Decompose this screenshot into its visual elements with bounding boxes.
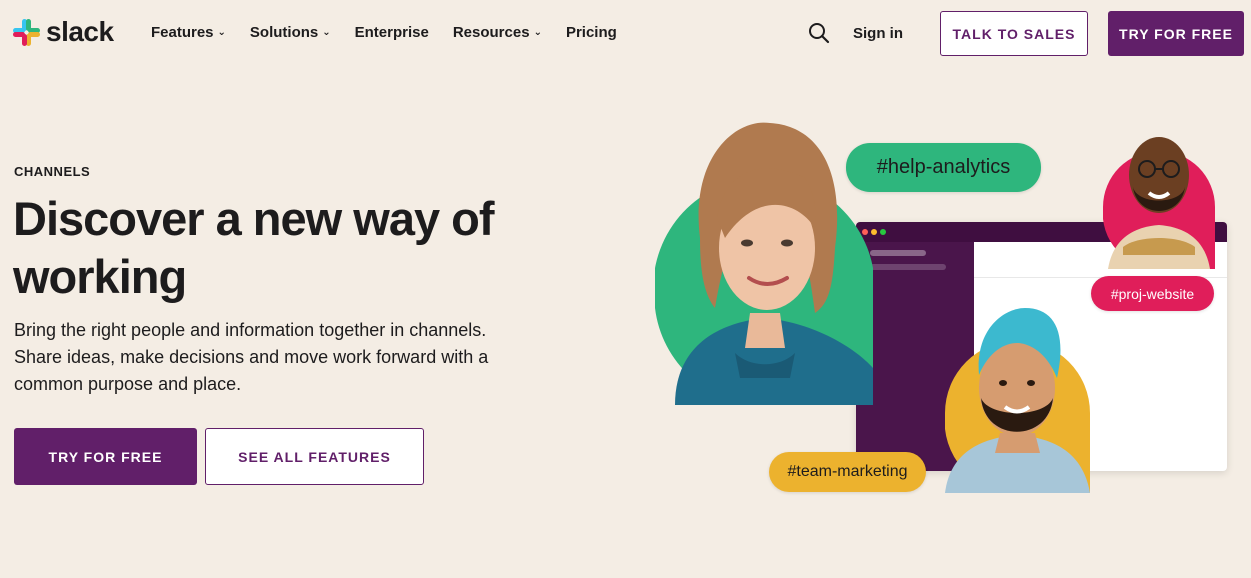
nav-pricing-label: Pricing	[565, 24, 617, 41]
hero-headline: Discover a new way of working	[13, 192, 495, 303]
sign-in-link[interactable]: Sign in	[853, 25, 903, 42]
nav-enterprise[interactable]: Enterprise	[355, 24, 429, 41]
hero-eyebrow: CHANNELS	[14, 164, 91, 179]
nav-features[interactable]: Features ⌄	[151, 24, 226, 41]
channel-tag-help-analytics: #help-analytics	[846, 143, 1041, 192]
channel-tag-proj-website: #proj-website	[1091, 276, 1214, 311]
woman-portrait	[655, 122, 873, 405]
nav-enterprise-label: Enterprise	[354, 24, 429, 41]
nav-features-label: Features	[151, 24, 214, 41]
chevron-down-icon: ⌄	[217, 27, 226, 38]
try-for-free-nav-button[interactable]: TRY FOR FREE	[1108, 11, 1244, 56]
sidebar-placeholder-line	[870, 250, 926, 256]
hero-description: Bring the right people and information t…	[14, 320, 489, 394]
nav-solutions[interactable]: Solutions ⌄	[250, 24, 331, 41]
nav-links: Features ⌄ Solutions ⌄ Enterprise Resour…	[151, 24, 617, 41]
try-for-free-button[interactable]: TRY FOR FREE	[14, 428, 197, 485]
man-glasses-portrait	[1103, 137, 1215, 269]
nav-resources-label: Resources	[452, 24, 530, 41]
window-zoom-dot	[880, 229, 886, 235]
nav-resources[interactable]: Resources ⌄	[453, 24, 542, 41]
logo-wordmark: slack	[46, 16, 114, 47]
nav-solutions-label: Solutions	[249, 24, 319, 41]
nav-pricing[interactable]: Pricing	[566, 24, 617, 41]
sidebar-placeholder-line	[870, 264, 946, 270]
top-nav: slack Features ⌄ Solutions ⌄ Enterprise …	[0, 0, 1251, 68]
channel-tag-team-marketing: #team-marketing	[769, 452, 926, 492]
slack-logo-icon	[13, 18, 40, 46]
slack-logo[interactable]: slack	[13, 16, 114, 48]
see-all-features-button[interactable]: SEE ALL FEATURES	[205, 428, 424, 485]
man-turban-portrait	[945, 308, 1090, 493]
search-icon[interactable]	[808, 22, 830, 44]
chevron-down-icon: ⌄	[322, 27, 331, 38]
talk-to-sales-button[interactable]: TALK TO SALES	[940, 11, 1088, 56]
chevron-down-icon: ⌄	[533, 27, 542, 38]
